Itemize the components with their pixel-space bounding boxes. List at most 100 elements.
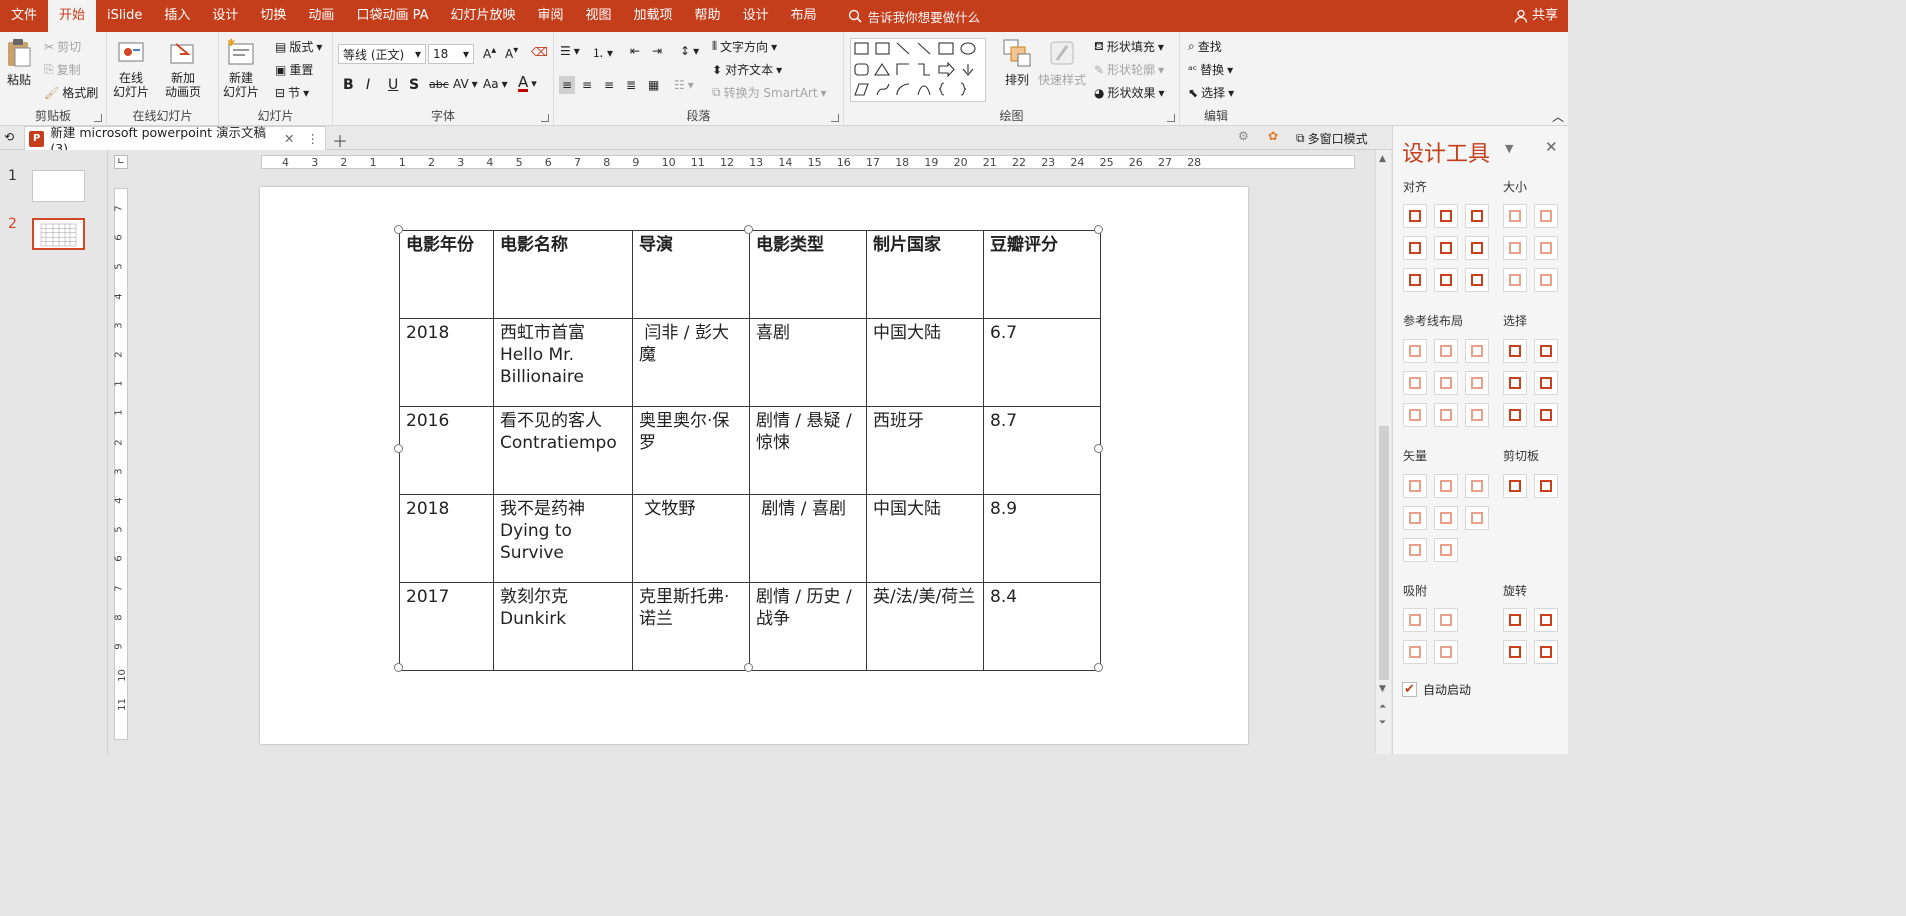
header-cell[interactable]: 电影名称 <box>493 230 633 319</box>
table-cell[interactable]: 奥里奥尔·保罗 <box>632 406 750 495</box>
table-cell[interactable]: 文牧野 <box>632 494 750 583</box>
design-tool-icon[interactable] <box>1403 339 1427 363</box>
design-tool-icon[interactable] <box>1465 403 1489 427</box>
design-tool-icon[interactable] <box>1503 403 1527 427</box>
italic-button[interactable]: I <box>366 77 370 93</box>
design-tool-icon[interactable] <box>1465 204 1489 228</box>
design-tool-icon[interactable] <box>1465 339 1489 363</box>
vertical-ruler[interactable]: 7 6 5 4 3 2 1 1 2 3 4 5 6 7 8 9 10 11 <box>114 188 128 740</box>
table-cell[interactable]: 2017 <box>399 582 494 671</box>
design-tool-icon[interactable] <box>1534 371 1558 395</box>
scroll-down-icon[interactable]: ▼ <box>1379 684 1386 694</box>
decrease-indent-button[interactable]: ⇤ <box>630 44 640 58</box>
grow-font-button[interactable]: A▴ <box>483 45 496 61</box>
design-tool-icon[interactable] <box>1503 204 1527 228</box>
header-cell[interactable]: 电影年份 <box>399 230 494 319</box>
new-animation-page-button[interactable]: 新加 动画页 <box>165 40 201 99</box>
strikethrough-button[interactable]: abc <box>429 78 449 91</box>
bold-button[interactable]: B <box>343 77 354 93</box>
clear-format-button[interactable]: ⌫ <box>531 45 548 59</box>
tab-pocket-animation[interactable]: 口袋动画 PA <box>345 0 439 32</box>
table-cell[interactable]: 剧情 / 历史 / 战争 <box>749 582 867 671</box>
change-case-button[interactable]: Aa ▾ <box>483 77 508 91</box>
design-tool-icon[interactable] <box>1403 403 1427 427</box>
design-tool-icon[interactable] <box>1403 474 1427 498</box>
checkbox-checked-icon[interactable]: ✔ <box>1402 682 1417 697</box>
design-tool-icon[interactable] <box>1534 339 1558 363</box>
select-button[interactable]: ⬉ 选择 ▾ <box>1188 84 1234 101</box>
multiwindow-button[interactable]: ⧉ 多窗口模式 <box>1296 130 1368 147</box>
copy-button[interactable]: ⎘ 复制 <box>44 61 81 78</box>
resize-handle[interactable] <box>394 444 403 453</box>
table-cell[interactable]: 闫非 / 彭大魔 <box>632 318 750 407</box>
table-cell[interactable]: 克里斯托弗·诺兰 <box>632 582 750 671</box>
tab-table-design[interactable]: 设计 <box>732 0 780 32</box>
design-tool-icon[interactable] <box>1465 236 1489 260</box>
table-cell[interactable]: 我不是药神 Dying to Survive <box>493 494 633 583</box>
table-cell[interactable]: 8.7 <box>983 406 1101 495</box>
design-tool-icon[interactable] <box>1434 608 1458 632</box>
previous-slide-icon[interactable]: ⏶ <box>1379 702 1386 712</box>
design-tool-icon[interactable] <box>1465 474 1489 498</box>
design-tool-icon[interactable] <box>1434 339 1458 363</box>
shrink-font-button[interactable]: A▾ <box>505 45 518 61</box>
underline-button[interactable]: U <box>388 77 398 93</box>
pane-menu-icon[interactable]: ▼ <box>1505 142 1513 155</box>
font-color-button[interactable]: A ▾ <box>518 75 537 92</box>
line-spacing-button[interactable]: ↕ ▾ <box>680 44 699 58</box>
scrollbar-thumb[interactable] <box>1379 426 1389 680</box>
design-tool-icon[interactable] <box>1503 474 1527 498</box>
tab-view[interactable]: 视图 <box>575 0 623 32</box>
scroll-up-icon[interactable]: ▲ <box>1379 154 1386 164</box>
font-size-combo[interactable]: 18 ▾ <box>428 44 474 64</box>
design-tool-icon[interactable] <box>1465 371 1489 395</box>
settings-button[interactable]: ⚙ <box>1238 129 1249 143</box>
next-slide-icon[interactable]: ⏷ <box>1379 718 1386 728</box>
new-slide-button[interactable]: ✱ 新建 幻灯片 <box>223 38 259 99</box>
char-spacing-button[interactable]: AV ▾ <box>453 77 478 91</box>
design-tool-icon[interactable] <box>1534 608 1558 632</box>
design-tool-icon[interactable] <box>1534 236 1558 260</box>
tab-transitions[interactable]: 切换 <box>249 0 297 32</box>
design-tool-icon[interactable] <box>1434 538 1458 562</box>
design-tool-icon[interactable] <box>1465 506 1489 530</box>
numbering-button[interactable]: ⒈ ▾ <box>592 44 613 61</box>
design-tool-icon[interactable] <box>1434 640 1458 664</box>
table-cell[interactable]: 8.4 <box>983 582 1101 671</box>
tab-review[interactable]: 审阅 <box>527 0 575 32</box>
find-button[interactable]: ⌕ 查找 <box>1188 38 1222 55</box>
auto-start-toggle[interactable]: ✔ 自动启动 <box>1402 681 1471 698</box>
shape-effects-button[interactable]: ◕ 形状效果 ▾ <box>1094 84 1165 101</box>
share-button[interactable]: 共享 <box>1514 0 1558 32</box>
align-center-button[interactable]: ≡ <box>582 78 592 92</box>
table-cell[interactable]: 2018 <box>399 494 494 583</box>
text-direction-button[interactable]: ⫴ 文字方向 ▾ <box>712 38 777 55</box>
justify-button[interactable]: ≣ <box>626 78 636 92</box>
distributed-button[interactable]: ▦ <box>648 78 659 92</box>
quick-styles-button[interactable]: 快速样式 <box>1038 38 1086 88</box>
design-tool-icon[interactable] <box>1465 268 1489 292</box>
tab-islide[interactable]: iSlide <box>96 0 153 32</box>
resize-handle[interactable] <box>744 663 753 672</box>
resize-handle[interactable] <box>744 225 753 234</box>
tab-insert[interactable]: 插入 <box>153 0 201 32</box>
design-tool-icon[interactable] <box>1434 236 1458 260</box>
design-tool-icon[interactable] <box>1503 608 1527 632</box>
convert-smartart-button[interactable]: ⧉ 转换为 SmartArt ▾ <box>712 84 827 101</box>
tab-addins[interactable]: 加载项 <box>623 0 684 32</box>
layout-button[interactable]: ▤ 版式 ▾ <box>275 38 322 55</box>
tab-design[interactable]: 设计 <box>201 0 249 32</box>
shadow-button[interactable]: S <box>409 77 419 93</box>
increase-indent-button[interactable]: ⇥ <box>652 44 662 58</box>
design-tool-icon[interactable] <box>1403 538 1427 562</box>
table-cell[interactable]: 中国大陆 <box>866 318 984 407</box>
design-tool-icon[interactable] <box>1503 371 1527 395</box>
design-tool-icon[interactable] <box>1403 236 1427 260</box>
close-tab-icon[interactable]: ✕ <box>284 131 294 146</box>
design-tool-icon[interactable] <box>1434 371 1458 395</box>
header-cell[interactable]: 豆瓣评分 <box>983 230 1101 319</box>
design-tool-icon[interactable] <box>1434 268 1458 292</box>
tell-me-search[interactable]: 告诉我你想要做什么 <box>838 7 980 26</box>
paragraph-launcher-icon[interactable] <box>831 114 839 122</box>
table-cell[interactable]: 喜剧 <box>749 318 867 407</box>
